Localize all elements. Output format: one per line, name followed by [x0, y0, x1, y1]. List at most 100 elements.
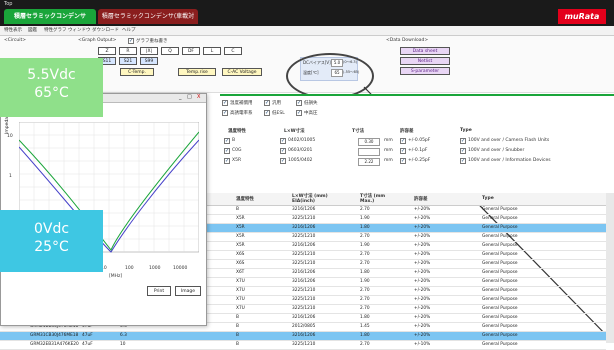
t-cell: 1.80 — [360, 333, 370, 338]
tab-mlcc[interactable]: 積層セラミックコンデンサ — [4, 9, 96, 24]
menu-item-window[interactable]: ウィンドウ — [68, 27, 91, 33]
graph-l-button[interactable]: L — [203, 47, 221, 55]
graph-q-button[interactable]: Q — [161, 47, 179, 55]
top-link[interactable]: Top — [4, 1, 12, 7]
callout-top-temp: 65°C — [34, 85, 69, 101]
col-tol[interactable]: 許容差 — [414, 196, 428, 202]
check-low-esl[interactable]: ✓ — [264, 110, 270, 116]
check-high-k[interactable]: ✓ — [222, 110, 228, 116]
menu-item-graph[interactable]: 特性グラフ — [44, 27, 67, 33]
callout-top-condition: 5.5Vdc 65°C — [0, 58, 103, 117]
temp-option-check[interactable]: ✓ — [224, 158, 230, 164]
netlist-button[interactable]: Netlist — [400, 57, 450, 65]
temp-char-cell: B — [236, 207, 239, 212]
size-option-check[interactable]: ✓ — [280, 148, 286, 154]
check-high-k-label: 高誘電率系 — [230, 111, 253, 116]
close-icon[interactable]: X — [197, 94, 200, 100]
size-option: 0603/0201 — [288, 148, 313, 153]
minimize-button[interactable]: _ — [179, 94, 182, 100]
menu-item-display[interactable]: 特性表示 — [4, 27, 22, 33]
temp-char-cell: X5R — [236, 216, 245, 221]
temp-char-cell: B — [236, 324, 239, 329]
graph-x-button[interactable]: |X| — [140, 47, 158, 55]
menu-item-download[interactable]: ダウンロード — [92, 27, 119, 33]
image-button[interactable]: Image — [175, 286, 201, 296]
tolerance-cell: +/-20% — [414, 270, 431, 275]
check-low-esl-label: 低ESL — [272, 111, 285, 116]
size-cell: 3216/1206 — [292, 225, 316, 230]
overlay-checkbox[interactable]: ✓ — [128, 38, 134, 44]
type-option-check[interactable]: ✓ — [460, 148, 466, 154]
size-cell: 3225/1210 — [292, 297, 316, 302]
filter-head-temp: 温度特性 — [228, 129, 246, 134]
temp-char-cell: B — [236, 333, 239, 338]
y-tick: 1 — [9, 174, 12, 179]
size-cell: 3216/1206 — [292, 243, 316, 248]
t-min-input[interactable]: 0.30 — [358, 138, 380, 146]
c-temp-button[interactable]: C-Temp. — [120, 68, 154, 76]
s99-button[interactable]: S99 — [140, 57, 158, 65]
table-scrollbar[interactable] — [606, 193, 614, 343]
col-size[interactable]: L×W寸法 (mm) EIA(inch) — [292, 194, 348, 204]
t-cell: 1.90 — [360, 279, 370, 284]
c-ac-voltage-button[interactable]: C-AC Voltage — [222, 68, 262, 76]
callout-top-voltage: 5.5Vdc — [27, 67, 76, 83]
type-cell: General Purpose — [482, 225, 518, 230]
col-type[interactable]: Type — [482, 196, 494, 201]
print-button[interactable]: Print — [147, 286, 171, 296]
table-row[interactable]: GRM32EB31A476KE20 47uF 10 B 3225/1210 2.70 +/-… — [0, 341, 606, 350]
check-low-loss[interactable]: ✓ — [296, 100, 302, 106]
data-sheet-button[interactable]: Data sheet — [400, 47, 450, 55]
type-option: 100V and over / Camera Flash Units — [468, 138, 550, 143]
temp-option-check[interactable]: ✓ — [224, 148, 230, 154]
tol-option-check[interactable]: ✓ — [400, 158, 406, 164]
size-option-check[interactable]: ✓ — [280, 138, 286, 144]
t-max-input[interactable]: 2.22 — [358, 158, 380, 166]
temp-char-cell: X7U — [236, 288, 245, 293]
part-number-cell: GRM32EB31A476KE20 — [30, 342, 79, 347]
graph-z-button[interactable]: Z — [98, 47, 116, 55]
menu-item-help[interactable]: ヘルプ — [122, 27, 136, 33]
check-general[interactable]: ✓ — [264, 100, 270, 106]
t-cell: 2.70 — [360, 342, 370, 347]
temp-option-check[interactable]: ✓ — [224, 138, 230, 144]
tab-mlcc-automotive[interactable]: 積層セラミックコンデンサ(車載対応) — [98, 9, 198, 35]
table-row[interactable]: GRM31CB30J476ME1847uF 6.3 B 3216/1206 1.80 +/… — [0, 332, 606, 341]
capacitance-cell: 47uF — [82, 342, 93, 347]
menu-bar: 特性表示 図鑑 特性グラフ ウィンドウ ダウンロード ヘルプ — [0, 26, 614, 36]
check-mid-high-voltage[interactable]: ✓ — [296, 110, 302, 116]
graph-df-button[interactable]: DF — [182, 47, 200, 55]
type-cell: General Purpose — [482, 207, 518, 212]
type-option-check[interactable]: ✓ — [460, 138, 466, 144]
tol-option-check[interactable]: ✓ — [400, 138, 406, 144]
t-mid-input[interactable] — [358, 148, 380, 156]
voltage-cell: 10 — [120, 342, 126, 347]
type-cell: General Purpose — [482, 261, 518, 266]
s-parameter-button[interactable]: S-parameter — [400, 67, 450, 75]
tolerance-cell: +/-20% — [414, 261, 431, 266]
size-cell: 3216/1206 — [292, 315, 316, 320]
type-cell: General Purpose — [482, 315, 518, 320]
type-option: 100V and over / Snubber — [468, 148, 525, 153]
menu-item-catalog[interactable]: 図鑑 — [28, 27, 37, 33]
graph-output-label: <Graph Output> — [78, 38, 117, 43]
temp-rise-button[interactable]: Temp.rise — [178, 68, 216, 76]
type-cell: General Purpose — [482, 252, 518, 257]
capacitance-cell: 47uF — [82, 333, 93, 338]
type-option-check[interactable]: ✓ — [460, 158, 466, 164]
type-cell: General Purpose — [482, 288, 518, 293]
check-temp-comp[interactable]: ✓ — [222, 100, 228, 106]
t-cell: 2.70 — [360, 306, 370, 311]
type-cell: General Purpose — [482, 279, 518, 284]
s21-button[interactable]: S21 — [119, 57, 137, 65]
maximize-button[interactable]: □ — [187, 94, 192, 100]
size-option-check[interactable]: ✓ — [280, 158, 286, 164]
col-temp[interactable]: 温度特性 — [236, 196, 254, 202]
tol-option-check[interactable]: ✓ — [400, 148, 406, 154]
col-t[interactable]: T寸法 (mm Max.) — [360, 194, 394, 204]
callout-bottom-voltage: 0Vdc — [33, 221, 70, 237]
product-tabs: 積層セラミックコンデンサ 積層セラミックコンデンサ(車載対応) — [4, 9, 204, 35]
type-cell: General Purpose — [482, 306, 518, 311]
graph-c-button[interactable]: C — [224, 47, 242, 55]
graph-r-button[interactable]: R — [119, 47, 137, 55]
